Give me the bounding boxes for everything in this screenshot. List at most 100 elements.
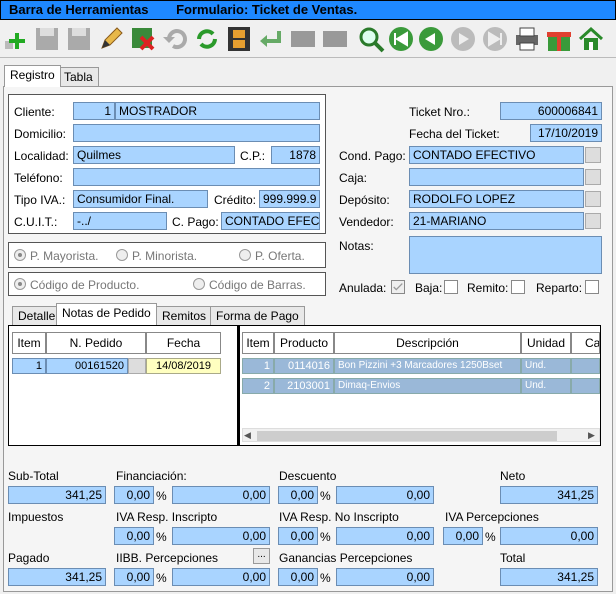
undo-icon[interactable] bbox=[160, 24, 190, 54]
cpago-field[interactable]: CONTADO EFEC bbox=[221, 212, 320, 230]
iva-perc-pct-field[interactable]: 0,00 bbox=[443, 527, 483, 545]
productos-header-cantidad[interactable]: Ca bbox=[571, 332, 600, 354]
pedidos-row-item[interactable]: 1 bbox=[12, 358, 46, 374]
scrollbar-thumb[interactable] bbox=[257, 431, 557, 441]
delete-icon[interactable] bbox=[128, 24, 158, 54]
productos-row1-cantidad[interactable] bbox=[571, 358, 600, 374]
productos-header-item[interactable]: Item bbox=[242, 332, 274, 354]
print-icon[interactable] bbox=[512, 24, 542, 54]
descuento-pct-field[interactable]: 0,00 bbox=[278, 486, 318, 504]
iva-ri-pct-sign: % bbox=[156, 530, 167, 544]
oferta-radio[interactable] bbox=[239, 249, 251, 261]
cuit-field[interactable]: -../ bbox=[73, 212, 167, 230]
baja-checkbox[interactable] bbox=[444, 280, 458, 294]
fecha-ticket-field[interactable]: 17/10/2019 bbox=[530, 124, 602, 142]
tab-registro[interactable]: Registro bbox=[4, 65, 61, 87]
codigo-producto-radio[interactable] bbox=[14, 278, 26, 290]
gift-icon[interactable] bbox=[544, 24, 574, 54]
cliente-name-field[interactable]: MOSTRADOR bbox=[115, 102, 320, 120]
productos-row2-item[interactable]: 2 bbox=[242, 378, 274, 394]
productos-row1-item[interactable]: 1 bbox=[242, 358, 274, 374]
deposito-field[interactable]: RODOLFO LOPEZ bbox=[409, 190, 584, 208]
remito-checkbox[interactable] bbox=[511, 280, 525, 294]
edit-icon[interactable] bbox=[96, 24, 126, 54]
productos-header-descripcion[interactable]: Descripción bbox=[334, 332, 521, 354]
search-icon[interactable] bbox=[356, 24, 386, 54]
cp-field[interactable]: 1878 bbox=[271, 146, 320, 164]
pedidos-header-item[interactable]: Item bbox=[12, 332, 46, 354]
cond-pago-dropdown[interactable] bbox=[585, 147, 601, 163]
pagado-field[interactable]: 341,25 bbox=[8, 568, 106, 586]
pedidos-header-npedido[interactable]: N. Pedido bbox=[46, 332, 146, 354]
scroll-left-arrow-icon[interactable]: ◀ bbox=[244, 430, 251, 441]
pedidos-header-fecha[interactable]: Fecha bbox=[146, 332, 221, 354]
disabled-2-icon[interactable] bbox=[320, 24, 350, 54]
cliente-code-field[interactable]: 1 bbox=[73, 102, 115, 120]
scroll-right-arrow-icon[interactable]: ▶ bbox=[588, 430, 595, 441]
iibb-field[interactable]: 0,00 bbox=[172, 568, 270, 586]
iva-rni-pct-field[interactable]: 0,00 bbox=[278, 527, 318, 545]
pedidos-row-npedido[interactable]: 00161520 bbox=[46, 358, 128, 374]
iva-ri-field[interactable]: 0,00 bbox=[172, 527, 270, 545]
refresh-icon[interactable] bbox=[192, 24, 222, 54]
return-icon[interactable] bbox=[256, 24, 286, 54]
descuento-pct-sign: % bbox=[320, 489, 331, 503]
ticket-field[interactable]: 600006841 bbox=[500, 102, 602, 120]
iva-ri-pct-field[interactable]: 0,00 bbox=[114, 527, 154, 545]
first-icon[interactable] bbox=[386, 24, 416, 54]
anulada-checkbox[interactable] bbox=[391, 280, 405, 294]
telefono-field[interactable] bbox=[73, 168, 320, 186]
save-icon[interactable] bbox=[32, 24, 62, 54]
tab-detalle[interactable]: Detalle bbox=[12, 306, 62, 326]
iva-rni-field[interactable]: 0,00 bbox=[336, 527, 434, 545]
productos-header-producto[interactable]: Producto bbox=[274, 332, 334, 354]
next-icon[interactable] bbox=[448, 24, 478, 54]
ganancias-field[interactable]: 0,00 bbox=[336, 568, 434, 586]
last-icon[interactable] bbox=[480, 24, 510, 54]
tab-remitos[interactable]: Remitos bbox=[156, 306, 213, 326]
tab-tabla[interactable]: Tabla bbox=[58, 67, 99, 87]
productos-row2-descripcion[interactable]: Dimaq-Envios bbox=[334, 378, 521, 394]
minorista-radio[interactable] bbox=[116, 249, 128, 261]
descuento-field[interactable]: 0,00 bbox=[336, 486, 434, 504]
save-as-icon[interactable] bbox=[64, 24, 94, 54]
add-icon[interactable] bbox=[0, 24, 30, 54]
cond-pago-field[interactable]: CONTADO EFECTIVO bbox=[409, 146, 584, 164]
mayorista-radio[interactable] bbox=[14, 249, 26, 261]
iva-perc-field[interactable]: 0,00 bbox=[500, 527, 598, 545]
productos-row2-cantidad[interactable] bbox=[571, 378, 600, 394]
previous-icon[interactable] bbox=[416, 24, 446, 54]
caja-field[interactable] bbox=[409, 168, 584, 186]
productos-row1-descripcion[interactable]: Bon Pizzini +3 Marcadores 1250Bset bbox=[334, 358, 521, 374]
iibb-details-button[interactable]: ... bbox=[253, 548, 270, 564]
codigo-barras-radio[interactable] bbox=[193, 278, 205, 290]
home-icon[interactable] bbox=[576, 24, 606, 54]
productos-row2-producto[interactable]: 2103001 bbox=[274, 378, 334, 394]
pedidos-row-button[interactable] bbox=[128, 358, 146, 374]
productos-row1-producto[interactable]: 0114016 bbox=[274, 358, 334, 374]
domicilio-label: Domicilio: bbox=[14, 127, 67, 141]
iibb-pct-field[interactable]: 0,00 bbox=[114, 568, 154, 586]
deposito-dropdown[interactable] bbox=[585, 191, 601, 207]
notas-field[interactable] bbox=[409, 236, 602, 274]
financiacion-field[interactable]: 0,00 bbox=[172, 486, 270, 504]
domicilio-field[interactable] bbox=[73, 124, 320, 142]
vendedor-field[interactable]: 21-MARIANO bbox=[409, 212, 584, 230]
film-icon[interactable] bbox=[224, 24, 254, 54]
caja-dropdown[interactable] bbox=[585, 169, 601, 185]
credito-field[interactable]: 999.999.9 bbox=[259, 190, 320, 208]
reparto-checkbox[interactable] bbox=[585, 280, 599, 294]
tipo-iva-field[interactable]: Consumidor Final. bbox=[73, 190, 208, 208]
localidad-field[interactable]: Quilmes bbox=[73, 146, 235, 164]
vendedor-dropdown[interactable] bbox=[585, 213, 601, 229]
productos-row2-unidad[interactable]: Und. bbox=[521, 378, 571, 394]
ganancias-pct-field[interactable]: 0,00 bbox=[278, 568, 318, 586]
productos-header-unidad[interactable]: Unidad bbox=[521, 332, 571, 354]
financiacion-pct-field[interactable]: 0,00 bbox=[114, 486, 154, 504]
tab-forma-pago[interactable]: Forma de Pago bbox=[210, 306, 305, 326]
disabled-1-icon[interactable] bbox=[288, 24, 318, 54]
pedidos-row-fecha[interactable]: 14/08/2019 bbox=[146, 358, 221, 374]
tab-notas-pedido[interactable]: Notas de Pedido bbox=[56, 303, 157, 325]
grid-splitter[interactable] bbox=[237, 326, 240, 445]
productos-row1-unidad[interactable]: Und. bbox=[521, 358, 571, 374]
